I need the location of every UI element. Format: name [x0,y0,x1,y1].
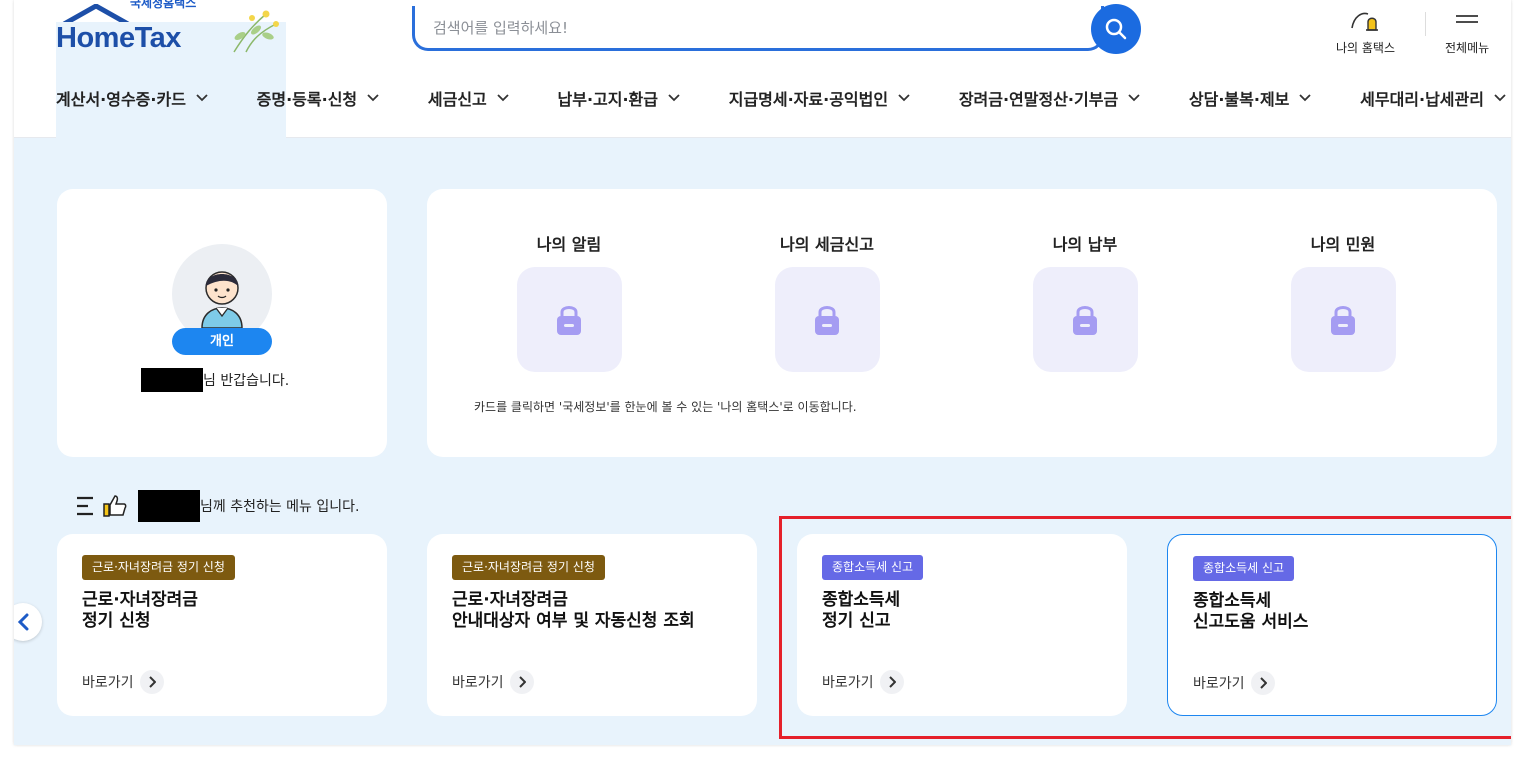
my-hometax-note: 카드를 클릭하면 '국세정보'를 한눈에 볼 수 있는 '나의 홈택스'로 이동… [474,400,857,414]
all-menu-label: 전체메뉴 [1445,41,1490,55]
chevron-left-icon [17,613,29,631]
my-item-title: 나의 세금신고 [780,235,874,254]
lock-icon [1331,305,1355,335]
category-tag: 근로·자녀장려금 정기 신청 [452,555,605,580]
goto-link[interactable]: 바로가기 [452,670,534,694]
site-header: 국세청홈택스 HomeTax 검색어를 입력하세요! 나의 홈택스 전체메뉴 계… [14,0,1511,629]
profile-card: 개인 님 반갑습니다. [57,189,387,457]
goto-label: 바로가기 [452,675,504,691]
logo-subtitle: 국세청홈택스 [130,0,197,10]
recommend-heading: 님께 추천하는 메뉴 입니다. [76,489,359,523]
my-item-title: 나의 납부 [1052,235,1118,254]
gnb-label: 세무대리·납세관리 [1360,90,1484,109]
goto-link[interactable]: 바로가기 [82,670,164,694]
hamburger-menu-icon [1456,15,1479,23]
gnb-item-invoice[interactable]: 계산서·영수증·카드 [56,86,208,110]
my-item-box[interactable] [774,267,880,372]
all-menu-button[interactable]: 전체메뉴 [1445,8,1489,56]
recommend-card-title: 근로·자녀장려금 정기 신청 [82,590,198,631]
gnb-label: 납부·고지·환급 [557,90,658,109]
my-item-box[interactable] [516,267,622,372]
thumbs-up-icon [103,495,127,517]
search-button[interactable] [1091,4,1141,54]
main-navigation: 계산서·영수증·카드 증명·등록·신청 세금신고 납부·고지·환급 지급명세·자… [56,86,1506,110]
lock-icon [1073,305,1097,335]
chevron-down-icon [497,94,509,102]
browser-viewport: 국세청홈택스 HomeTax 검색어를 입력하세요! 나의 홈택스 전체메뉴 계… [14,0,1511,745]
search-icon [1105,18,1127,40]
user-type-badge: 개인 [172,328,272,355]
my-hometax-card: 나의 알림 나의 세금신고 나의 납부 나의 민원 카드를 클릭하면 '국세정보… [427,189,1497,457]
lock-icon [557,305,581,335]
hometax-logo[interactable]: 국세청홈택스 HomeTax [56,0,286,629]
carousel-prev-button[interactable] [14,603,42,641]
gnb-item-certificate[interactable]: 증명·등록·신청 [257,86,379,110]
gnb-label: 계산서·영수증·카드 [56,90,186,109]
gnb-label: 상담·불복·제보 [1188,90,1290,109]
gnb-item-consult[interactable]: 상담·불복·제보 [1188,86,1312,110]
redacted-username [141,368,203,392]
chevron-down-icon [668,94,680,102]
gnb-item-incentive[interactable]: 장려금·연말정산·기부금 [959,86,1140,110]
redacted-username [138,490,200,522]
gnb-label: 증명·등록·신청 [256,90,358,109]
chevron-right-icon [139,670,164,694]
my-item-box[interactable] [1290,267,1396,372]
recommend-card[interactable]: 근로·자녀장려금 정기 신청 근로·자녀장려금 정기 신청 바로가기 [57,534,387,716]
gnb-item-statement[interactable]: 지급명세·자료·공익법인 [729,86,910,110]
chevron-down-icon [196,94,208,102]
my-hometax-label: 나의 홈택스 [1336,41,1396,55]
chevron-down-icon [1128,94,1140,102]
my-item-title: 나의 알림 [536,235,602,254]
gnb-item-tax-report[interactable]: 세금신고 [428,86,509,110]
recommend-heading-text: 님께 추천하는 메뉴 입니다. [200,499,360,515]
my-payment-item[interactable]: 나의 납부 [1005,231,1165,372]
main-content: 개인 님 반갑습니다. 나의 알림 나의 세금신고 나의 납부 나의 민원 카드… [14,138,1511,745]
gnb-label: 장려금·연말정산·기부금 [958,90,1119,109]
search-input[interactable] [433,16,1033,40]
greeting-suffix: 님 반갑습니다. [203,373,290,389]
my-hometax-link[interactable]: 나의 홈택스 [1336,8,1395,56]
gnb-label: 세금신고 [427,90,487,109]
chevron-down-icon [1494,94,1506,102]
chevron-down-icon [1299,94,1312,102]
chevron-down-icon [367,94,379,102]
my-item-box[interactable] [1032,267,1138,372]
greeting-text: 님 반갑습니다. [141,367,289,393]
gnb-item-agent[interactable]: 세무대리·납세관리 [1360,86,1506,110]
recommend-card-title: 근로·자녀장려금 안내대상자 여부 및 자동신청 조회 [452,590,695,631]
logo-flower-icon [233,10,279,53]
my-civil-item[interactable]: 나의 민원 [1263,231,1423,372]
annotation-highlight-box [779,516,1511,739]
category-tag: 근로·자녀장려금 정기 신청 [82,555,235,580]
bell-icon [1350,12,1378,31]
goto-label: 바로가기 [82,675,134,691]
my-item-title: 나의 민원 [1310,235,1376,254]
my-tax-report-item[interactable]: 나의 세금신고 [747,231,907,372]
recommend-card[interactable]: 근로·자녀장려금 정기 신청 근로·자녀장려금 안내대상자 여부 및 자동신청 조… [427,534,757,716]
list-icon [77,496,93,516]
search-bar [412,6,1104,51]
gnb-label: 지급명세·자료·공익법인 [728,90,889,109]
chevron-down-icon [898,94,910,102]
util-divider [1425,12,1426,36]
chevron-right-icon [509,670,534,694]
gnb-item-payment[interactable]: 납부·고지·환급 [558,86,680,110]
lock-icon [815,305,839,335]
my-notice-item[interactable]: 나의 알림 [489,231,649,372]
